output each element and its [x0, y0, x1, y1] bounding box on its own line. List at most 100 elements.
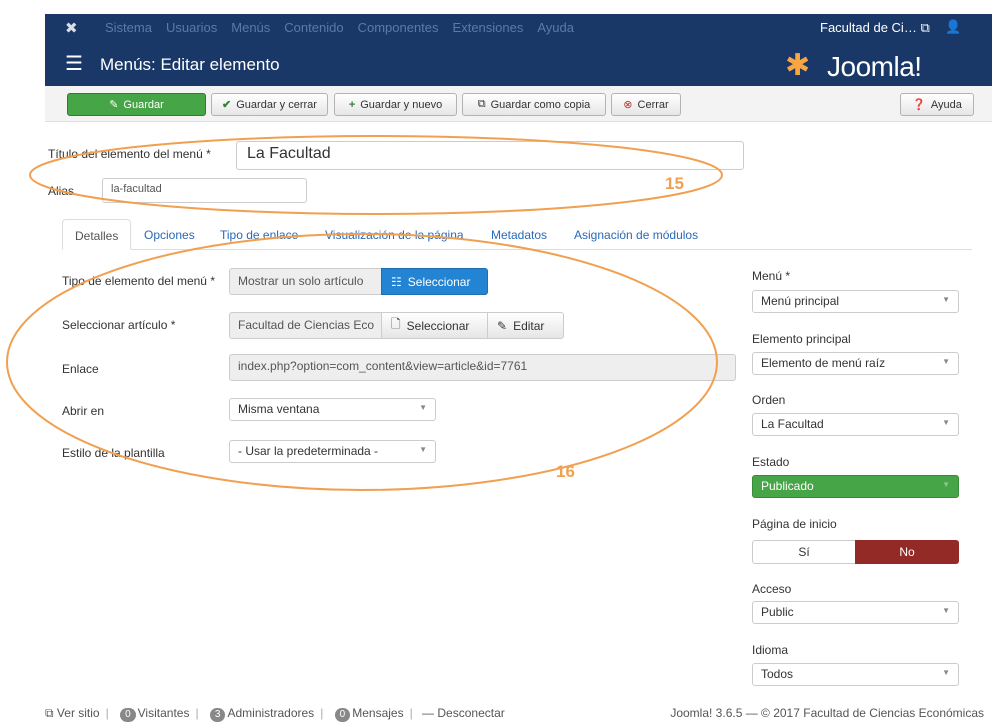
page-header: ☰ Menús: Editar elemento ✱ Joomla! — [45, 42, 992, 86]
save-copy-button[interactable]: ⧉ Guardar como copia — [462, 93, 606, 116]
order-label: Orden — [752, 393, 786, 407]
logout-label: Desconectar — [437, 706, 505, 720]
top-menu-bar: ✖ Sistema Usuarios Menús Contenido Compo… — [45, 14, 992, 42]
help-label: Ayuda — [930, 98, 962, 111]
open-in-value: Misma ventana — [238, 402, 320, 416]
plus-icon: + — [348, 98, 356, 111]
save-close-button[interactable]: ✔ Guardar y cerrar — [211, 93, 328, 116]
joomla-logo-text: Joomla! — [827, 51, 922, 82]
order-select[interactable]: La Facultad ▼ — [752, 413, 959, 436]
select-type-button[interactable]: ☷ Seleccionar — [381, 268, 488, 295]
select-article-button[interactable]: 🗋 Seleccionar — [381, 312, 488, 339]
language-value: Todos — [761, 667, 794, 681]
link-label: Enlace — [62, 362, 99, 376]
minus-icon: — — [422, 706, 435, 720]
visitors-count-badge: 0 — [120, 708, 136, 722]
menu-select[interactable]: Menú principal ▼ — [752, 290, 959, 313]
edit-icon: ✎ — [109, 99, 119, 111]
menu-componentes[interactable]: Componentes — [358, 20, 439, 35]
menu-label: Menú * — [752, 269, 791, 283]
edit-article-button[interactable]: ✎ Editar — [487, 312, 564, 339]
tab-metadatos[interactable]: Metadatos — [479, 219, 559, 250]
file-icon: 🗋 — [391, 317, 401, 331]
caret-down-icon: ▼ — [419, 403, 427, 412]
title-label: Título del elemento del menú * — [48, 147, 211, 161]
template-style-select[interactable]: - Usar la predeterminada - ▼ — [229, 440, 436, 463]
external-link-icon: ⧉ — [45, 706, 54, 720]
joomla-x-icon[interactable]: ✖ — [65, 19, 78, 37]
close-label: Cerrar — [637, 98, 669, 111]
caret-down-icon: ▼ — [942, 668, 950, 677]
parent-label: Elemento principal — [752, 332, 851, 346]
caret-down-icon: ▼ — [419, 445, 427, 454]
save-new-button[interactable]: + Guardar y nuevo — [334, 93, 457, 116]
admins-label[interactable]: Administradores — [227, 706, 314, 720]
save-button[interactable]: ✎ Guardar — [67, 93, 206, 116]
parent-value: Elemento de menú raíz — [761, 356, 886, 370]
home-yes-toggle[interactable]: Sí — [752, 540, 856, 564]
view-site-link[interactable]: ⧉ Ver sitio — [45, 706, 100, 720]
check-icon: ✔ — [222, 99, 232, 111]
messages-label[interactable]: Mensajes — [352, 706, 403, 720]
article-value: Facultad de Ciencias Eco — [229, 312, 382, 339]
parent-select[interactable]: Elemento de menú raíz ▼ — [752, 352, 959, 375]
caret-down-icon: ▼ — [942, 480, 950, 489]
menu-menus[interactable]: Menús — [231, 20, 270, 35]
menu-sistema[interactable]: Sistema — [105, 20, 152, 35]
save-close-label: Guardar y cerrar — [236, 98, 317, 111]
top-menu: Sistema Usuarios Menús Contenido Compone… — [105, 20, 574, 35]
template-style-value: - Usar la predeterminada - — [238, 444, 379, 458]
status-label: Estado — [752, 455, 790, 469]
view-site-label: Ver sitio — [56, 706, 100, 720]
link-input: index.php?option=com_content&view=articl… — [229, 354, 736, 381]
close-circle-icon: ⊗ — [623, 99, 633, 111]
caret-down-icon: ▼ — [942, 418, 950, 427]
site-name: Facultad de Ci… — [820, 20, 917, 35]
tab-asignacion-modulos[interactable]: Asignación de módulos — [562, 219, 710, 250]
caret-down-icon: ▼ — [942, 606, 950, 615]
language-select[interactable]: Todos ▼ — [752, 663, 959, 686]
help-button[interactable]: ❓ Ayuda — [900, 93, 974, 116]
order-value: La Facultad — [761, 417, 824, 431]
close-button[interactable]: ⊗ Cerrar — [611, 93, 681, 116]
status-select[interactable]: Publicado ▼ — [752, 475, 959, 498]
admins-count-badge: 3 — [209, 708, 226, 722]
tab-detalles[interactable]: Detalles — [62, 219, 132, 250]
open-in-select[interactable]: Misma ventana ▼ — [229, 398, 436, 421]
annotation-label-15: 15 — [665, 174, 684, 193]
tab-tipo-enlace[interactable]: Tipo de enlace — [208, 219, 310, 250]
status-value: Publicado — [761, 479, 814, 493]
messages-count-badge: 0 — [334, 708, 351, 722]
menu-contenido[interactable]: Contenido — [284, 20, 343, 35]
caret-down-icon: ▼ — [942, 295, 950, 304]
tab-opciones[interactable]: Opciones — [132, 219, 207, 250]
user-icon[interactable]: 👤 — [945, 19, 961, 35]
page-title: Menús: Editar elemento — [100, 55, 280, 74]
site-link[interactable]: Facultad de Ci… ⧉ — [820, 20, 930, 36]
visitors-label[interactable]: Visitantes — [138, 706, 190, 720]
alias-input[interactable]: la-facultad — [102, 178, 307, 203]
list-icon: ☰ — [65, 53, 83, 75]
tab-visualizacion[interactable]: Visualización de la página — [313, 219, 476, 250]
status-bar: ⧉ Ver sitio | 0 Visitantes | 3 Administrador… — [45, 706, 984, 722]
menu-usuarios[interactable]: Usuarios — [166, 20, 217, 35]
tab-bar: Detalles Opciones Tipo de enlace Visuali… — [62, 219, 972, 250]
logout-link[interactable]: — Desconectar — [422, 706, 505, 720]
edit-icon: ✎ — [497, 318, 508, 333]
list-icon: ☷ — [391, 274, 402, 289]
menu-extensiones[interactable]: Extensiones — [453, 20, 524, 35]
title-input[interactable]: La Facultad — [236, 141, 744, 170]
menu-ayuda[interactable]: Ayuda — [537, 20, 574, 35]
joomla-logo-icon: ✱ — [785, 48, 811, 83]
select-article-label: Seleccionar — [406, 318, 470, 333]
open-in-label: Abrir en — [62, 404, 105, 418]
annotation-label-16: 16 — [556, 462, 575, 481]
template-style-label: Estilo de la plantilla — [62, 446, 165, 460]
home-no-toggle[interactable]: No — [855, 540, 959, 564]
home-label: Página de inicio — [752, 517, 837, 531]
version-text: Joomla! 3.6.5 — © 2017 Facultad de Cienc… — [670, 706, 984, 720]
access-select[interactable]: Public ▼ — [752, 601, 959, 624]
menu-item-type-label: Tipo de elemento del menú * — [62, 274, 215, 288]
select-type-label: Seleccionar — [407, 274, 471, 289]
caret-down-icon: ▼ — [942, 357, 950, 366]
